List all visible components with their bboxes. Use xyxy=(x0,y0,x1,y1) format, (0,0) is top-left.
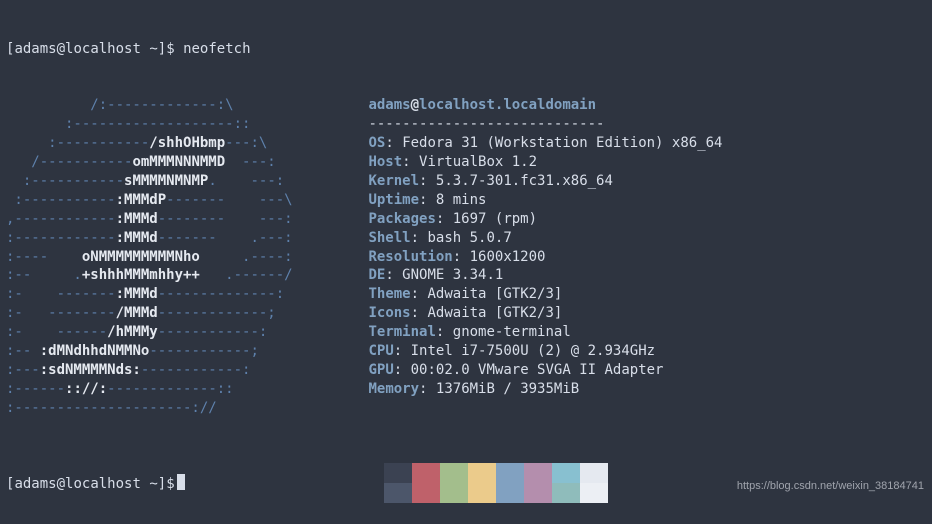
prompt-path: ~ xyxy=(149,41,157,57)
color-swatches xyxy=(384,463,608,503)
prompt-user: adams xyxy=(14,41,56,57)
prompt-line-2[interactable]: [adams@localhost ~]$ xyxy=(6,474,185,494)
cursor xyxy=(177,474,185,490)
nf-row-12: :- ------/hMMMy------------: Terminal: g… xyxy=(6,323,926,342)
color-swatch-1 xyxy=(412,463,440,483)
color-swatch-12 xyxy=(496,483,524,503)
color-swatch-11 xyxy=(468,483,496,503)
color-swatch-2 xyxy=(440,463,468,483)
info-row-6: Resolution: 1600x1200 xyxy=(368,249,545,265)
nf-row-11: :- --------/MMMd-------------; Icons: Ad… xyxy=(6,304,926,323)
color-swatch-9 xyxy=(412,483,440,503)
color-swatch-13 xyxy=(524,483,552,503)
nf-row-4: :-----------sMMMMNMNMP. ---: Kernel: 5.3… xyxy=(6,172,926,191)
info-row-4: Packages: 1697 (rpm) xyxy=(368,211,537,227)
nf-row-3: /-----------omMMMNNNMMD ---: Host: Virtu… xyxy=(6,153,926,172)
color-swatch-6 xyxy=(552,463,580,483)
color-swatch-0 xyxy=(384,463,412,483)
nf-row-5: :-----------:MMMdP------- ---\ Uptime: 8… xyxy=(6,191,926,210)
info-row-12: GPU: 00:02.0 VMware SVGA II Adapter xyxy=(368,362,663,378)
nf-row-9: :-- .+shhhMMMmhhy++ .------/ DE: GNOME 3… xyxy=(6,266,926,285)
dash-line: ---------------------------- xyxy=(368,116,604,132)
nf-row-16: :---------------------:// xyxy=(6,399,926,418)
info-row-13: Memory: 1376MiB / 3935MiB xyxy=(368,381,579,397)
nf-row-2: :-----------/shhOHbmp---:\ OS: Fedora 31… xyxy=(6,134,926,153)
info-row-5: Shell: bash 5.0.7 xyxy=(368,230,511,246)
info-row-3: Uptime: 8 mins xyxy=(368,192,486,208)
user-at-host: adams@localhost.localdomain xyxy=(368,97,596,113)
info-row-11: CPU: Intel i7-7500U (2) @ 2.934GHz xyxy=(368,343,655,359)
color-swatch-3 xyxy=(468,463,496,483)
command-text: neofetch xyxy=(183,41,250,57)
nf-row-6: ,------------:MMMd-------- ---: Packages… xyxy=(6,210,926,229)
info-row-0: OS: Fedora 31 (Workstation Edition) x86_… xyxy=(368,135,722,151)
color-swatch-7 xyxy=(580,463,608,483)
nf-row-1: :-------------------:: -----------------… xyxy=(6,115,926,134)
nf-row-13: :-- :dMNdhhdNMMNo------------; CPU: Inte… xyxy=(6,342,926,361)
prompt-host: localhost xyxy=(65,41,141,57)
prompt-line-1[interactable]: [adams@localhost ~]$ neofetch xyxy=(6,40,926,59)
color-swatch-14 xyxy=(552,483,580,503)
nf-row-14: :---:sdNMMMMNds:------------: GPU: 00:02… xyxy=(6,361,926,380)
color-swatch-8 xyxy=(384,483,412,503)
color-swatch-15 xyxy=(580,483,608,503)
nf-row-15: :------:://:-------------:: Memory: 1376… xyxy=(6,380,926,399)
info-row-1: Host: VirtualBox 1.2 xyxy=(368,154,537,170)
color-swatch-10 xyxy=(440,483,468,503)
info-row-10: Terminal: gnome-terminal xyxy=(368,324,570,340)
color-swatch-4 xyxy=(496,463,524,483)
nf-row-10: :- -------:MMMd--------------: Theme: Ad… xyxy=(6,285,926,304)
nf-row-8: :---- oNMMMMMMMMMNho .----: Resolution: … xyxy=(6,248,926,267)
info-row-8: Theme: Adwaita [GTK2/3] xyxy=(368,286,562,302)
terminal-output: [adams@localhost ~]$ neofetch /:--------… xyxy=(0,0,932,524)
watermark: https://blog.csdn.net/weixin_38184741 xyxy=(737,479,924,494)
info-row-2: Kernel: 5.3.7-301.fc31.x86_64 xyxy=(368,173,612,189)
color-swatch-5 xyxy=(524,463,552,483)
info-row-9: Icons: Adwaita [GTK2/3] xyxy=(368,305,562,321)
nf-row-0: /:-------------:\ adams@localhost.locald… xyxy=(6,96,926,115)
info-row-7: DE: GNOME 3.34.1 xyxy=(368,267,503,283)
nf-row-7: :------------:MMMd------- .---: Shell: b… xyxy=(6,229,926,248)
